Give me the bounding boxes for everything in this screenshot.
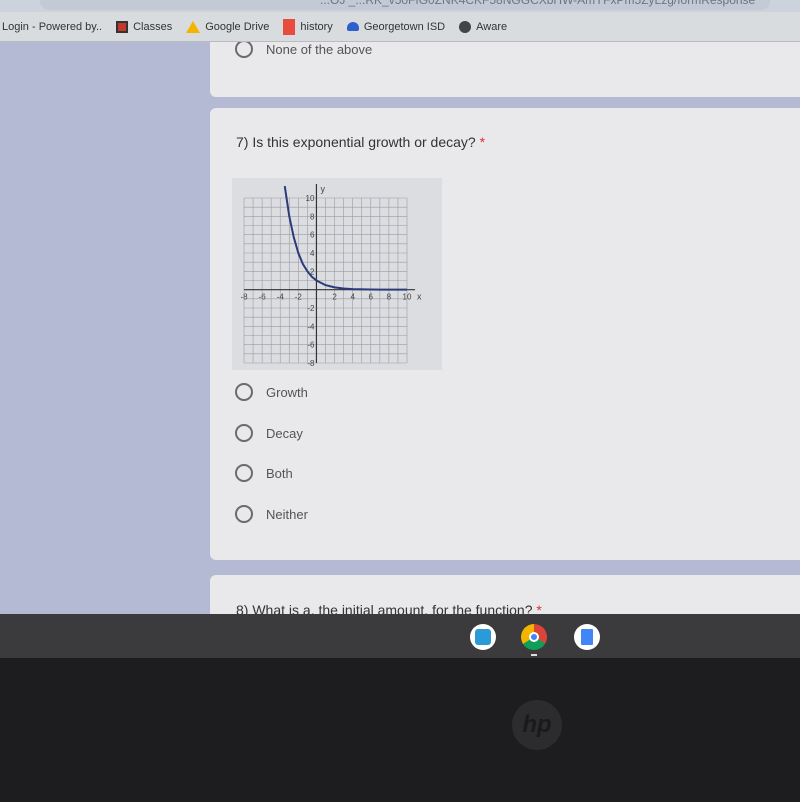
x-tick-label: 8 [387,293,392,302]
x-tick-label: -2 [295,293,303,302]
y-axis-label: y [320,184,325,194]
x-tick-label: 10 [403,293,412,302]
url-field[interactable]: ...OJ _...RK_v5oFIG0ZNK4CKF58NGGCXbHW-Am… [40,0,770,10]
globe-icon [459,20,472,33]
y-tick-label: 6 [310,231,315,240]
question-card-8: 8) What is a, the initial amount, for th… [210,575,800,614]
y-tick-label: -4 [307,322,315,331]
option-none-of-the-above[interactable]: None of the above [235,42,372,58]
radio-button[interactable] [235,383,253,401]
bookmark-history[interactable]: history [283,18,333,35]
option-both[interactable]: Both [235,464,293,482]
question-card-7: 7) Is this exponential growth or decay? … [210,108,800,560]
taskbar [0,614,800,658]
x-tick-label: 4 [350,293,355,302]
x-tick-label: 2 [332,293,337,302]
graph-svg: -8 -6 -4 -2 2 4 6 8 10108642-2-4-6-8xy [240,184,422,368]
classes-icon [116,20,129,33]
bookmarks-bar: Login - Powered by.. Classes Google Driv… [0,12,800,42]
cloud-icon [346,22,359,31]
option-growth[interactable]: Growth [235,383,308,401]
radio-button[interactable] [235,42,253,58]
google-drive-icon [186,20,201,33]
address-bar[interactable]: ...OJ _...RK_v5oFIG0ZNK4CKF58NGGCXbHW-Am… [0,0,800,12]
exponential-graph: -8 -6 -4 -2 2 4 6 8 10 10 8 6 4 2 -2 -4 -6 -8 x y [232,178,442,370]
bookmark-aware[interactable]: Aware [459,20,507,33]
y-tick-label: -8 [307,359,315,368]
chrome-icon[interactable] [521,624,547,650]
x-tick-label: 6 [369,293,374,302]
radio-button[interactable] [235,464,253,482]
y-tick-label: 4 [310,249,315,258]
form-page[interactable]: None of the above 7) Is this exponential… [0,42,800,614]
history-icon [283,18,296,35]
bookmark-classes[interactable]: Classes [116,20,172,33]
radio-button[interactable] [235,424,253,442]
google-classroom-icon[interactable] [470,624,496,650]
y-tick-label: -6 [307,341,315,350]
x-tick-label: -8 [240,293,248,302]
required-mark: * [536,602,542,614]
google-docs-icon[interactable] [574,624,600,650]
x-axis-label: x [417,292,422,302]
x-tick-label: -6 [259,293,267,302]
y-tick-label: -2 [307,304,315,313]
bookmark-login[interactable]: Login - Powered by.. [2,21,102,33]
required-mark: * [479,134,486,150]
radio-button[interactable] [235,505,253,523]
active-indicator [531,654,537,656]
option-neither[interactable]: Neither [235,505,308,523]
bookmark-google-drive[interactable]: Google Drive [186,20,269,33]
question-title: 8) What is a, the initial amount, for th… [236,602,542,614]
x-tick-label: -4 [277,293,285,302]
question-title: 7) Is this exponential growth or decay? … [236,134,486,150]
bookmark-georgetown-isd[interactable]: Georgetown ISD [346,21,445,33]
option-decay[interactable]: Decay [235,424,303,442]
y-tick-label: 10 [306,194,315,203]
question-card-6: None of the above [210,42,800,97]
hp-logo: hp [512,700,562,750]
y-tick-label: 8 [310,212,315,221]
